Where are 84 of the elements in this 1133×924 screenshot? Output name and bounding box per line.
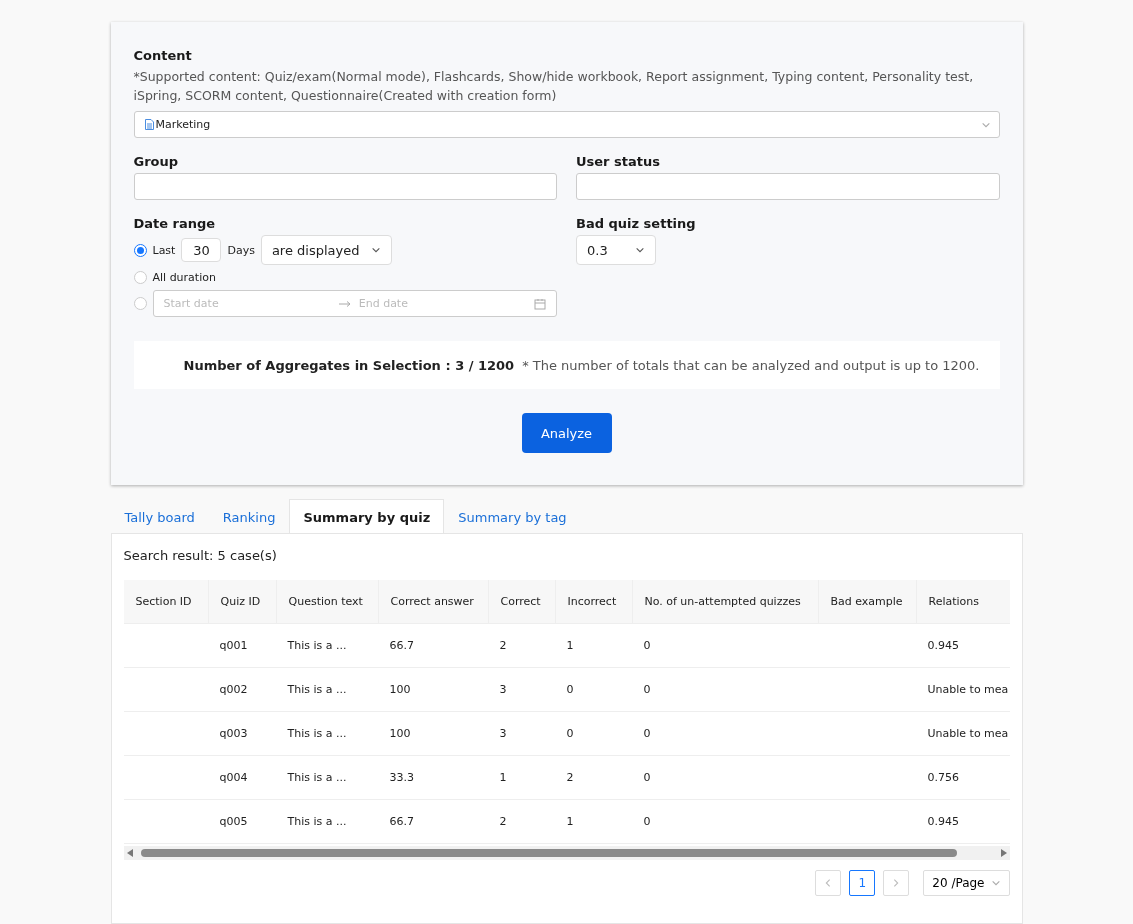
aggregates-note: * The number of totals that can be analyzed and output is up to 1200.: [522, 357, 980, 373]
table-cell: 100: [377, 668, 488, 712]
table-cell: 0.945: [915, 800, 1010, 844]
unit-label: Days: [227, 243, 255, 257]
user-status-input[interactable]: [576, 173, 1000, 200]
table-cell: q001: [207, 624, 276, 668]
column-header: Section ID: [123, 580, 208, 624]
option-label: Last: [152, 243, 176, 257]
table-cell: 2: [554, 756, 632, 800]
arrow-icon: [338, 299, 351, 308]
content-label: Content: [133, 48, 193, 63]
radio-button[interactable]: [133, 297, 147, 310]
column-header: Incorrect: [554, 580, 632, 624]
page-button[interactable]: 1: [849, 870, 876, 896]
table-cell: 0.756: [915, 756, 1010, 800]
search-result-summary: Search result: 5 case(s): [123, 548, 278, 563]
date-range-label: Date range: [133, 216, 217, 231]
table-cell: q002: [207, 668, 276, 712]
table-cell: 33.3: [377, 756, 488, 800]
table-cell: 0: [631, 712, 818, 756]
table-cell: This is a ...: [275, 800, 378, 844]
column-header: Relations: [915, 580, 1010, 624]
analyze-button[interactable]: Analyze: [521, 413, 612, 453]
group-label: Group: [133, 154, 180, 169]
table-cell: q005: [207, 800, 276, 844]
column-header: No. of un-attempted quizzes: [631, 580, 818, 624]
table-cell: 100: [377, 712, 488, 756]
page-size-select[interactable]: 20 /Page: [923, 870, 1010, 896]
tab[interactable]: Tally board: [110, 499, 209, 534]
table-cell: q003: [207, 712, 276, 756]
table-cell: 66.7: [377, 800, 488, 844]
tab[interactable]: Ranking: [208, 499, 290, 534]
bad-quiz-setting-label: Bad quiz setting: [576, 216, 697, 231]
group-input[interactable]: [133, 173, 557, 200]
table-cell: 0: [554, 668, 632, 712]
table-cell: This is a ...: [275, 624, 378, 668]
column-header: Question text: [275, 580, 378, 624]
option-label: All duration: [152, 271, 216, 284]
table-cell: This is a ...: [275, 668, 378, 712]
column-header: Correct: [487, 580, 555, 624]
table-cell: 2: [487, 800, 555, 844]
horizontal-scrollbar[interactable]: [123, 846, 1010, 860]
document-icon: [144, 119, 154, 130]
column-header: Bad example: [817, 580, 916, 624]
radio-button[interactable]: [133, 271, 147, 284]
table-cell: Unable to mea: [915, 712, 1010, 756]
table-cell: 1: [487, 756, 555, 800]
table-cell: 66.7: [377, 624, 488, 668]
tab[interactable]: Summary by quiz: [289, 499, 445, 534]
column-header: Correct answer: [377, 580, 488, 624]
table-cell: Unable to mea: [915, 668, 1010, 712]
table-cell: 0: [631, 668, 818, 712]
previous-page-button[interactable]: [815, 870, 842, 896]
table-cell: 0.945: [915, 624, 1010, 668]
table-cell: 3: [487, 668, 555, 712]
chevron-down-icon: [635, 245, 645, 255]
table-cell: 0: [554, 712, 632, 756]
table-cell: 1: [554, 624, 632, 668]
table-cell: 1: [554, 800, 632, 844]
column-header: Quiz ID: [207, 580, 276, 624]
chevron-down-icon: [990, 878, 1001, 888]
days-input[interactable]: 30: [181, 238, 222, 262]
supported-content-note: *Supported content: Quiz/exam(Normal mode), Flashcards, Show/hide workbook, Report assignment, Typing content, Personality test, iSpring, SCORM content, Questionnaire(Created with creation form): [133, 68, 975, 105]
user-status-label: User status: [576, 154, 661, 169]
table-cell: 3: [487, 712, 555, 756]
chevron-down-icon: [371, 245, 382, 255]
table-cell: 0: [631, 800, 818, 844]
end-date-placeholder: End date: [358, 297, 409, 310]
start-date-placeholder: Start date: [163, 297, 220, 310]
calendar-icon: [534, 297, 546, 310]
display-mode-select[interactable]: are displayed: [260, 235, 393, 265]
table-cell: 2: [487, 624, 555, 668]
content-value: Marketing: [155, 118, 211, 131]
aggregates-count: Number of Aggregates in Selection : 3 / 1200: [183, 357, 515, 373]
table-cell: This is a ...: [275, 756, 378, 800]
radio-button[interactable]: [133, 243, 147, 257]
table-cell: 0: [631, 756, 818, 800]
tab[interactable]: Summary by tag: [444, 499, 581, 534]
bad-quiz-select[interactable]: 0.3: [576, 235, 656, 265]
content-select[interactable]: Marketing: [133, 111, 1000, 138]
table-cell: This is a ...: [275, 712, 378, 756]
table-cell: 0: [631, 624, 818, 668]
table-cell: q004: [207, 756, 276, 800]
next-page-button[interactable]: [883, 870, 910, 896]
